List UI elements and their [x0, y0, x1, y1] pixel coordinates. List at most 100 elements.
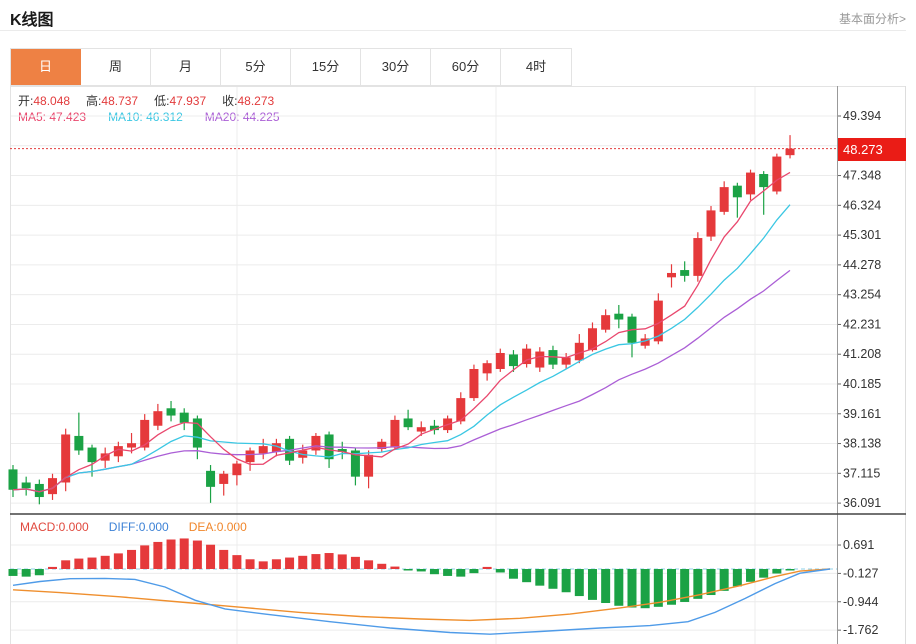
candle-body	[746, 172, 756, 195]
candle-body	[535, 351, 545, 368]
macd-bar	[8, 569, 18, 576]
price-axis-label: 37.115	[843, 466, 880, 480]
candle-body	[74, 435, 84, 451]
candle-body	[693, 238, 703, 276]
price-axis-label: 49.394	[843, 109, 881, 123]
page-title: K线图	[10, 12, 54, 29]
tab-4时[interactable]: 4时	[501, 49, 571, 85]
macd-bar	[574, 569, 584, 597]
axis-labels: 49.394 47.348 46.324 45.301 44.278 43.254 42.2…	[843, 109, 881, 637]
price-axis-label: 43.254	[843, 288, 881, 302]
macd-bar	[127, 549, 137, 569]
macd-bar	[48, 566, 58, 569]
macd-bar	[403, 569, 413, 571]
macd-bar	[113, 553, 123, 569]
candle-body	[403, 418, 413, 428]
timeframe-tabs: 日周月 5分 15分 30分 60分 4时	[10, 48, 572, 86]
macd-bar	[87, 557, 97, 569]
macd-bar	[219, 549, 229, 569]
kline-chart-canvas: 49.394 47.348 46.324 45.301 44.278 43.254 42.2…	[8, 86, 906, 644]
candle-body	[390, 419, 400, 448]
price-axis-label: 46.324	[843, 198, 881, 212]
macd-bar	[772, 569, 782, 574]
candle-body	[8, 469, 18, 490]
candle-body	[759, 174, 769, 188]
candle-body	[785, 148, 795, 156]
macd-axis-label: -0.944	[843, 595, 878, 609]
tab-周[interactable]: 周	[81, 49, 151, 85]
macd-bar	[166, 539, 176, 569]
candle-body	[21, 482, 31, 489]
tab-30分[interactable]: 30分	[361, 49, 431, 85]
tab-5分[interactable]: 5分	[221, 49, 291, 85]
macd-bar	[640, 569, 650, 609]
price-axis-label: 36.091	[843, 496, 881, 510]
macd-bar	[377, 563, 387, 569]
candle-body	[245, 450, 255, 463]
tab-月[interactable]: 月	[151, 49, 221, 85]
macd-bar	[100, 555, 110, 569]
kline-widget: K线图 基本面分析> 日周月 5分 15分 30分 60分 4时 开:48.048 高:48…	[0, 0, 916, 644]
macd-bar	[34, 569, 44, 576]
candle-body	[706, 210, 716, 237]
candle-body	[561, 357, 571, 365]
candle-body	[469, 368, 479, 399]
macd-bar	[561, 569, 571, 593]
macd-bar	[74, 558, 84, 569]
tab-15分[interactable]: 15分	[291, 49, 361, 85]
macd-bar	[522, 569, 532, 583]
macd-bar	[482, 566, 492, 569]
candle-body	[140, 419, 150, 448]
price-axis-label: 41.208	[843, 347, 881, 361]
macd-bar	[627, 569, 637, 608]
price-axis-label: 47.348	[843, 169, 881, 183]
tab-60分[interactable]: 60分	[431, 49, 501, 85]
tab-日[interactable]: 日	[11, 49, 81, 85]
title-divider	[0, 30, 906, 31]
macd-bar	[298, 555, 308, 569]
macd-bar	[429, 569, 439, 575]
candle-body	[732, 185, 742, 198]
macd-bar	[192, 540, 202, 569]
macd-axis-label: -0.127	[843, 566, 878, 580]
macd-bar	[653, 569, 663, 607]
macd-bar	[350, 556, 360, 569]
candle-body	[772, 156, 782, 192]
macd-bar	[311, 554, 321, 569]
macd-bar	[61, 560, 71, 569]
candle-body	[667, 272, 676, 278]
macd-bar	[206, 544, 216, 569]
price-axis-label: 38.138	[843, 437, 881, 451]
macd-bar	[759, 569, 769, 578]
macd-bar	[785, 569, 795, 571]
macd-bar	[719, 569, 729, 591]
macd-bar	[548, 569, 558, 589]
macd-bar	[443, 569, 453, 576]
macd-bar	[732, 569, 742, 587]
candle-body	[482, 363, 492, 374]
macd-bar	[337, 554, 347, 569]
macd-bar	[271, 559, 281, 569]
macd-bar	[601, 569, 611, 604]
candle-body	[153, 411, 163, 426]
fundamental-analysis-link[interactable]: 基本面分析>	[839, 10, 906, 27]
candle-body	[127, 443, 137, 448]
candle-body	[206, 470, 216, 487]
ma10-line	[12, 204, 791, 493]
macd-bar	[535, 569, 545, 586]
macd-bar	[746, 569, 756, 582]
macd-bar	[614, 569, 624, 606]
macd-bar	[140, 545, 150, 569]
macd-axis-label: -1.762	[843, 623, 878, 637]
price-axis-label: 45.301	[843, 228, 881, 242]
macd-bar	[416, 569, 426, 572]
candle-body	[601, 315, 611, 330]
candle-body	[680, 270, 690, 276]
macd-bar	[495, 569, 505, 573]
macd-bar	[153, 541, 163, 569]
macd-bar	[508, 569, 518, 579]
candle-body	[719, 187, 729, 212]
candle-body	[508, 354, 518, 367]
macd-bar	[587, 569, 597, 600]
macd-bar	[258, 561, 268, 569]
